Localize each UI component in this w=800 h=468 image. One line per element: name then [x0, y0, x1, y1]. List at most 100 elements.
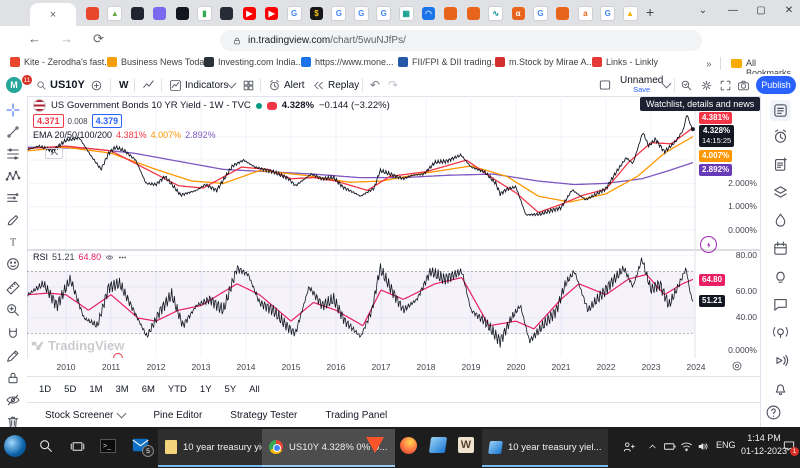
year-label[interactable]: 2024	[687, 362, 706, 372]
range-button-1m[interactable]: 1M	[89, 384, 102, 395]
price-tick[interactable]: 0.000%	[697, 225, 757, 235]
window-close-button[interactable]: ✕	[780, 5, 798, 16]
browser-tab[interactable]: G	[599, 6, 616, 21]
symbol-search-icon[interactable]	[36, 74, 47, 96]
drawing-mode-icon[interactable]	[5, 348, 21, 364]
browser-tab[interactable]	[218, 6, 235, 21]
tray-chevron-up-icon[interactable]	[647, 441, 658, 452]
browser-tab[interactable]: ◠	[420, 6, 437, 21]
panel-tab-strategy-tester[interactable]: Strategy Tester	[230, 410, 297, 421]
year-label[interactable]: 2017	[372, 362, 391, 372]
range-button-1d[interactable]: 1D	[39, 384, 51, 395]
browser-tab[interactable]: G	[375, 6, 392, 21]
panel-tab-pine-editor[interactable]: Pine Editor	[153, 410, 202, 421]
browser-tab[interactable]: ▮	[196, 6, 213, 21]
year-label[interactable]: 2013	[192, 362, 211, 372]
alerts-icon[interactable]	[772, 128, 789, 145]
chart-type-icon[interactable]	[142, 74, 156, 96]
tab-close-icon[interactable]: ×	[50, 9, 56, 21]
language-indicator[interactable]: ENG	[716, 440, 736, 450]
notifications-icon[interactable]	[772, 380, 789, 397]
reload-button[interactable]: ⟳	[93, 31, 104, 47]
brush-tool-icon[interactable]	[5, 212, 21, 228]
year-label[interactable]: 2023	[642, 362, 661, 372]
bookmark-item[interactable]: Kite - Zerodha's fast...	[10, 57, 112, 67]
browser-tab[interactable]: ▦	[398, 6, 415, 21]
help-icon[interactable]	[765, 404, 782, 421]
hide-drawings-icon[interactable]	[5, 392, 21, 408]
timeline-settings-icon[interactable]	[731, 360, 743, 372]
news-icon[interactable]	[772, 156, 789, 173]
terminal-icon[interactable]: >_	[100, 439, 116, 453]
trend-line-tool-icon[interactable]	[5, 124, 21, 140]
rsi-legend[interactable]: RSI 51.21 64.80	[33, 252, 127, 262]
year-label[interactable]: 2018	[417, 362, 436, 372]
back-button[interactable]: ←	[28, 31, 41, 46]
settings-gear-icon[interactable]	[700, 74, 713, 96]
alert-label[interactable]: Alert	[284, 74, 305, 96]
range-button-5d[interactable]: 5D	[64, 384, 76, 395]
url-field[interactable]: in.tradingview.com /chart/5wuNJfPs/	[220, 30, 702, 51]
taskbar-search-icon[interactable]	[38, 438, 54, 454]
layout-chevron-icon[interactable]	[662, 79, 672, 89]
people-icon[interactable]	[622, 440, 636, 454]
symbol-name[interactable]: US10Y	[50, 74, 85, 96]
hotlists-icon[interactable]	[772, 212, 789, 229]
save-button[interactable]: Save	[633, 85, 650, 94]
ema-legend[interactable]: EMA 20/50/100/200 4.381%4.007%2.892%	[33, 130, 220, 140]
chat-icon[interactable]	[772, 296, 789, 313]
object-tree-icon[interactable]	[772, 184, 789, 201]
screenshot-camera-icon[interactable]	[737, 74, 750, 96]
bookmarks-overflow-icon[interactable]: »	[706, 59, 712, 70]
mail-icon[interactable]: 5	[132, 438, 149, 455]
browser-tab[interactable]: $	[308, 6, 325, 21]
bookmark-item[interactable]: m.Stock by Mirae A...	[495, 57, 594, 67]
window-minimize-button[interactable]: —	[724, 5, 742, 16]
pattern-tool-icon[interactable]	[5, 168, 21, 184]
browser-tab[interactable]	[465, 6, 482, 21]
browser-tab[interactable]: α	[510, 6, 527, 21]
year-label[interactable]: 2022	[597, 362, 616, 372]
browser-tab[interactable]	[151, 6, 168, 21]
browser-tab[interactable]: G	[330, 6, 347, 21]
browser-tab[interactable]: ∿	[487, 6, 504, 21]
year-label[interactable]: 2015	[282, 362, 301, 372]
watchlist-icon[interactable]	[770, 100, 791, 121]
volume-icon[interactable]	[697, 440, 710, 453]
range-button-6m[interactable]: 6M	[142, 384, 155, 395]
tv-user-avatar[interactable]: M 11	[6, 74, 22, 96]
bookmark-item[interactable]: Investing.com India...	[204, 57, 303, 67]
panel-tab-stock-screener[interactable]: Stock Screener	[45, 410, 125, 421]
text-tool-icon[interactable]: T	[5, 234, 21, 250]
browser-tab[interactable]: a	[577, 6, 594, 21]
boost-lightning-icon[interactable]	[700, 236, 717, 253]
layout-grid-icon[interactable]	[242, 74, 255, 96]
range-button-all[interactable]: All	[249, 384, 260, 395]
indicators-chevron-icon[interactable]	[227, 79, 237, 89]
indicators-icon[interactable]	[169, 74, 182, 96]
zoom-in-tool-icon[interactable]	[5, 302, 21, 318]
crosshair-tool-icon[interactable]	[5, 102, 21, 118]
taskbar-window-doc[interactable]: 10 year treasury yiel...	[482, 429, 608, 467]
browser-tab[interactable]: ▶	[263, 6, 280, 21]
price-tick[interactable]: 1.000%	[697, 201, 757, 211]
task-view-icon[interactable]	[70, 439, 85, 454]
fullscreen-icon[interactable]	[719, 74, 732, 96]
browser-tab[interactable]: ▲	[622, 6, 639, 21]
browser-tab[interactable]: G	[532, 6, 549, 21]
more-options-icon[interactable]	[118, 253, 127, 262]
browser-tab[interactable]	[129, 6, 146, 21]
layout-name[interactable]: Unnamed	[620, 76, 663, 85]
indicators-label[interactable]: Indicators	[185, 74, 228, 96]
year-label[interactable]: 2016	[327, 362, 346, 372]
range-button-3m[interactable]: 3M	[116, 384, 129, 395]
ideas-icon[interactable]	[772, 268, 789, 285]
bookmark-item[interactable]: Business News Toda...	[107, 57, 212, 67]
interval-button[interactable]: W	[119, 74, 128, 96]
symbol-legend[interactable]: US Government Bonds 10 YR Yield - 1W - T…	[33, 99, 390, 112]
year-label[interactable]: 2020	[507, 362, 526, 372]
calendar-icon[interactable]	[772, 240, 789, 257]
year-label[interactable]: 2019	[462, 362, 481, 372]
undo-icon[interactable]: ↶	[370, 74, 380, 96]
year-label[interactable]: 2014	[237, 362, 256, 372]
